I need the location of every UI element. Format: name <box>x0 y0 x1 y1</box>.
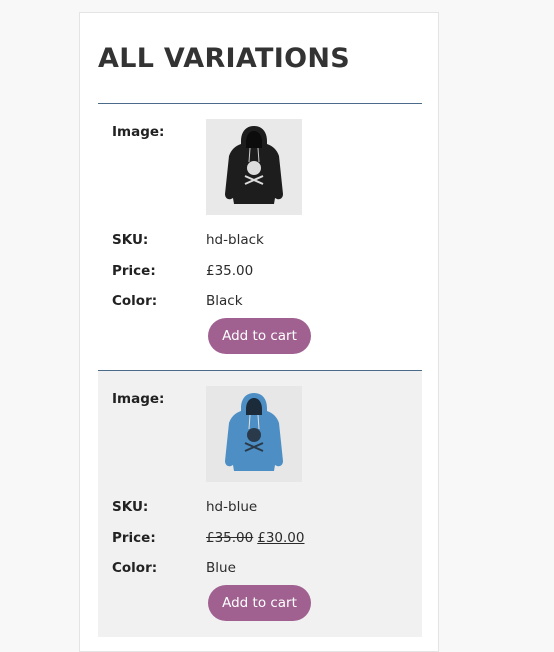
color-value: Black <box>206 293 243 309</box>
add-to-cart-button[interactable]: Add to cart <box>208 585 311 621</box>
sale-price: £30.00 <box>257 530 305 546</box>
variation-row: Image: SKU: hd-black Price: £35.00 Color… <box>98 103 422 369</box>
hoodie-black-icon <box>225 126 283 204</box>
product-image[interactable] <box>206 386 302 482</box>
color-label: Color: <box>112 293 158 309</box>
regular-price: £35.00 <box>206 530 254 546</box>
add-to-cart-button[interactable]: Add to cart <box>208 318 311 354</box>
sku-value: hd-black <box>206 232 264 248</box>
hoodie-blue-icon <box>225 393 283 471</box>
price-label: Price: <box>112 530 156 546</box>
variation-row: Image: SKU: hd-blue Price: £35.00 £30.00 … <box>98 370 422 637</box>
color-label: Color: <box>112 560 158 576</box>
price-value: £35.00 £30.00 <box>206 530 305 546</box>
sku-value: hd-blue <box>206 499 258 515</box>
image-label: Image: <box>112 391 165 407</box>
page-title: ALL VARIATIONS <box>98 43 350 74</box>
price-label: Price: <box>112 263 156 279</box>
price-value: £35.00 <box>206 263 254 279</box>
sku-label: SKU: <box>112 499 149 515</box>
color-value: Blue <box>206 560 236 576</box>
image-label: Image: <box>112 124 165 140</box>
variations-card: ALL VARIATIONS Image: SKU: hd-black Pric… <box>79 12 439 652</box>
product-image[interactable] <box>206 119 302 215</box>
sku-label: SKU: <box>112 232 149 248</box>
